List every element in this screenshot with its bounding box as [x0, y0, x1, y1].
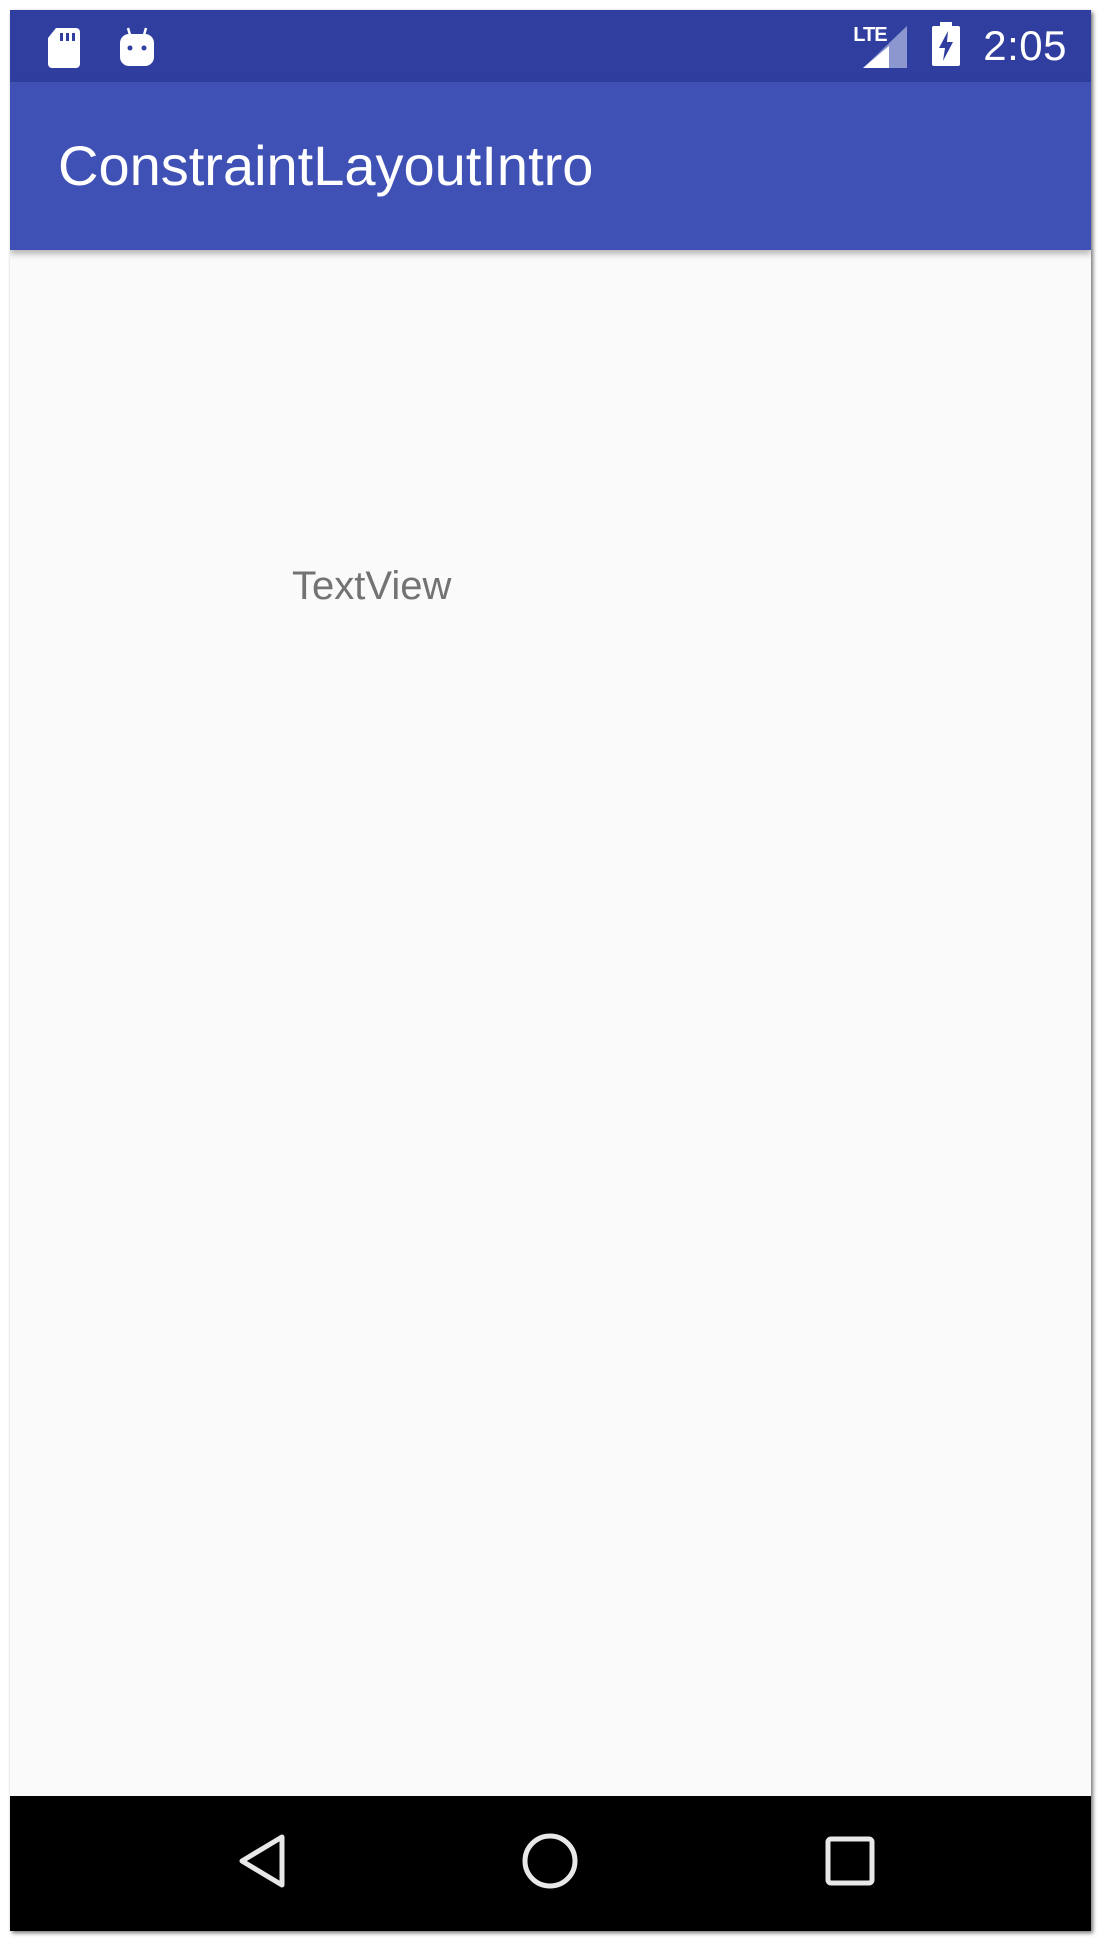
status-icons: LTE 2:05	[853, 10, 1067, 82]
main-content: TextView	[10, 250, 1091, 1796]
back-button[interactable]	[182, 1796, 342, 1931]
status-bar: LTE 2:05	[10, 10, 1091, 82]
home-button[interactable]	[470, 1796, 630, 1931]
device-screen: LTE 2:05 ConstraintLayoutIntro TextView	[10, 10, 1091, 1931]
network-type-label: LTE	[853, 24, 887, 46]
recents-icon	[823, 1834, 877, 1893]
android-debug-icon	[118, 26, 156, 73]
sd-card-icon	[46, 26, 82, 73]
app-title: ConstraintLayoutIntro	[58, 134, 594, 197]
navigation-bar	[10, 1796, 1091, 1931]
battery-charging-icon	[931, 21, 961, 72]
back-icon	[234, 1831, 290, 1896]
home-icon	[520, 1831, 580, 1896]
status-clock: 2:05	[983, 22, 1067, 69]
text-view: TextView	[292, 564, 452, 608]
app-bar: ConstraintLayoutIntro	[10, 82, 1091, 250]
lte-signal-icon: LTE	[853, 22, 909, 70]
recents-button[interactable]	[770, 1796, 930, 1931]
